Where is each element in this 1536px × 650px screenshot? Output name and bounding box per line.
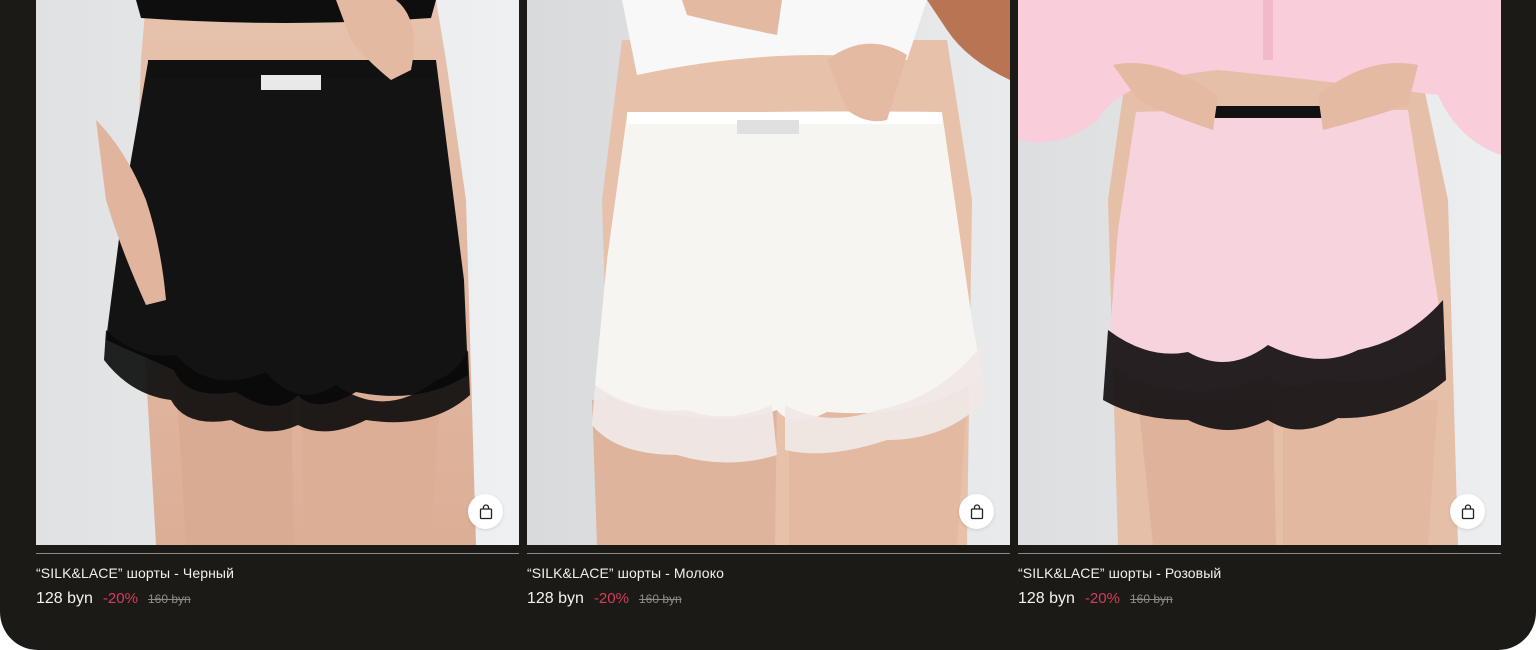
product-grid: “SILK&LACE” шорты - Черный 128 byn -20% … xyxy=(0,0,1536,650)
product-photo xyxy=(36,0,519,545)
product-card[interactable]: “SILK&LACE” шорты - Молоко 128 byn -20% … xyxy=(527,0,1010,650)
current-price: 128 byn xyxy=(527,590,584,607)
product-title[interactable]: “SILK&LACE” шорты - Черный xyxy=(36,565,234,581)
old-price: 160 byn xyxy=(1129,592,1173,606)
product-image[interactable] xyxy=(1018,0,1501,545)
old-price: 160 byn xyxy=(147,592,191,606)
card-divider xyxy=(527,553,1010,554)
product-card[interactable]: “SILK&LACE” шорты - Черный 128 byn -20% … xyxy=(36,0,519,650)
shopping-bag-icon xyxy=(1461,503,1474,519)
product-photo xyxy=(527,0,1010,545)
discount-badge: -20% xyxy=(1084,590,1120,607)
shopping-bag-icon xyxy=(479,503,492,519)
add-to-cart-button[interactable] xyxy=(1450,494,1485,529)
price-row: 128 byn -20% 160 byn xyxy=(36,590,191,608)
product-card[interactable]: “SILK&LACE” шорты - Розовый 128 byn -20%… xyxy=(1018,0,1501,650)
current-price: 128 byn xyxy=(1018,590,1075,607)
price-row: 128 byn -20% 160 byn xyxy=(1018,590,1173,608)
product-photo xyxy=(1018,0,1501,545)
product-title[interactable]: “SILK&LACE” шорты - Розовый xyxy=(1018,565,1221,581)
shopping-bag-icon xyxy=(970,503,983,519)
card-divider xyxy=(36,553,519,554)
discount-badge: -20% xyxy=(102,590,138,607)
product-image[interactable] xyxy=(36,0,519,545)
add-to-cart-button[interactable] xyxy=(468,494,503,529)
add-to-cart-button[interactable] xyxy=(959,494,994,529)
product-title[interactable]: “SILK&LACE” шорты - Молоко xyxy=(527,565,724,581)
old-price: 160 byn xyxy=(638,592,682,606)
card-divider xyxy=(1018,553,1501,554)
current-price: 128 byn xyxy=(36,590,93,607)
price-row: 128 byn -20% 160 byn xyxy=(527,590,682,608)
discount-badge: -20% xyxy=(593,590,629,607)
product-image[interactable] xyxy=(527,0,1010,545)
